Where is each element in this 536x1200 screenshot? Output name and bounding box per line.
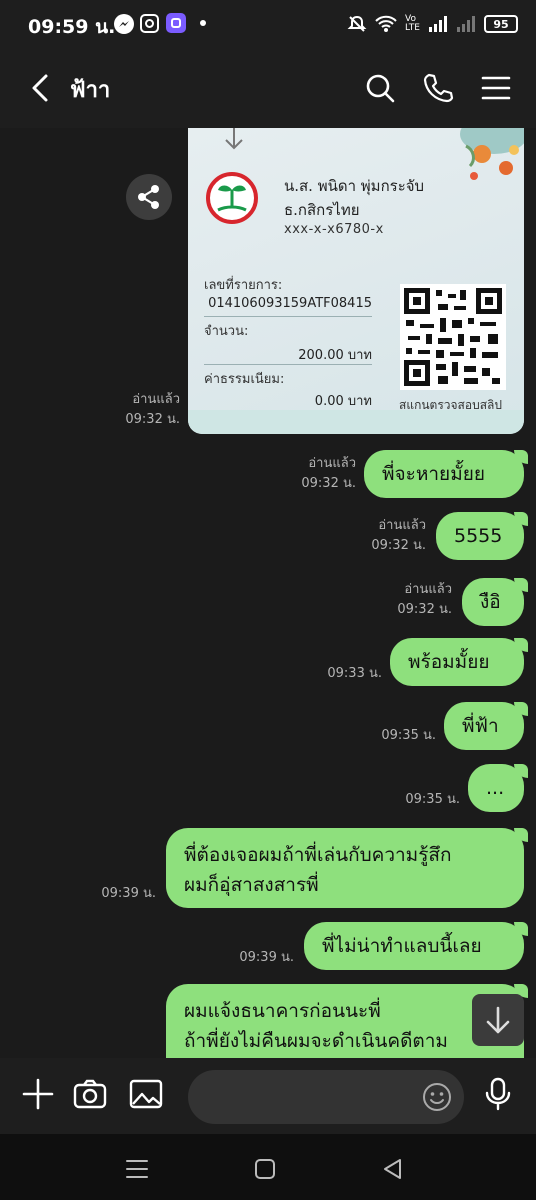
message-text: พร้อมมั้ยย [408, 651, 490, 673]
plus-icon[interactable] [20, 1076, 56, 1112]
message-text: พี่จะหายมั้ยย [382, 463, 485, 485]
read-status: อ่านแล้ว [404, 582, 452, 597]
volte-icon: Vo LTE [405, 14, 420, 33]
menu-icon[interactable] [480, 72, 512, 104]
message-meta: 09:39 น. [101, 884, 156, 904]
message-bubble[interactable]: งือิ [462, 578, 528, 626]
message-text: งือิ [480, 591, 501, 613]
signal-2-icon [457, 16, 475, 32]
message-meta: อ่านแล้ว 09:32 น. [301, 454, 356, 494]
back-arrow-icon[interactable] [26, 72, 54, 104]
message-meta: อ่านแล้ว 09:32 น. [371, 516, 426, 556]
message-bubble[interactable]: พี่ต้องเจอผมถ้าพี่เล่นกับความรู้สึก ผมก็… [166, 828, 528, 908]
message-time: 09:33 น. [327, 666, 382, 681]
fee-label: ค่าธรรมเนียม: [204, 372, 285, 387]
down-arrow-icon [222, 128, 246, 152]
instagram-icon [140, 14, 159, 33]
qr-code [400, 284, 506, 390]
message-time: 09:35 น. [381, 728, 436, 743]
message-time: 09:39 น. [101, 886, 156, 901]
account-number: xxx-x-x6780-x [284, 222, 384, 237]
slip-footer [188, 410, 524, 434]
message-text: 5555 [454, 525, 503, 547]
chat-title: ฟ้าา [70, 78, 111, 103]
battery-indicator: 95 [484, 15, 518, 33]
message-meta: 09:35 น. [405, 790, 460, 810]
transfer-slip-image[interactable]: น.ส. พนิดา พุ่มกระจับ ธ.กสิกรไทย xxx-x-x… [188, 128, 524, 434]
notification-dot [200, 20, 206, 26]
message-bubble[interactable]: ... [468, 764, 528, 812]
home-icon[interactable] [250, 1154, 280, 1184]
read-status: อ่านแล้ว [308, 456, 356, 471]
message-time: 09:32 น. [125, 412, 180, 427]
mute-icon [347, 15, 367, 32]
system-nav-bar [0, 1134, 536, 1200]
kbank-logo [206, 172, 258, 224]
message-meta: อ่านแล้ว 09:32 น. [397, 580, 452, 620]
read-status: อ่านแล้ว [378, 518, 426, 533]
ref-label: เลขที่รายการ: [204, 278, 283, 293]
message-text: พี่ต้องเจอผมถ้าพี่เล่นกับความรู้สึก ผมก็… [184, 844, 452, 896]
message-text: ผมแจ้งธนาคารก่อนนะพี่ ถ้าพี่ยังไม่คืนผมจ… [184, 1000, 448, 1052]
app-icon [166, 13, 186, 33]
divider [204, 364, 372, 365]
scroll-to-bottom-button[interactable] [472, 994, 524, 1046]
divider [204, 316, 372, 317]
read-status: อ่านแล้ว [132, 392, 180, 407]
recipient-name: น.ส. พนิดา พุ่มกระจับ [284, 177, 425, 195]
message-bubble[interactable]: พี่ไม่น่าทำแลบนี้เลย [304, 922, 528, 970]
emoji-icon[interactable] [422, 1082, 452, 1112]
flower-decoration [414, 128, 524, 198]
status-icons: Vo LTE 95 [347, 12, 518, 36]
share-button[interactable] [126, 174, 172, 220]
message-bubble[interactable]: ผมแจ้งธนาคารก่อนนะพี่ ถ้าพี่ยังไม่คืนผมจ… [166, 984, 528, 1058]
chat-area[interactable]: น.ส. พนิดา พุ่มกระจับ ธ.กสิกรไทย xxx-x-x… [0, 128, 536, 1058]
bank-name: ธ.กสิกรไทย [284, 201, 360, 219]
back-icon[interactable] [378, 1154, 408, 1184]
wifi-icon [375, 15, 397, 32]
message-text: ... [486, 777, 505, 799]
message-text: พี่ฟ้า [462, 715, 499, 737]
image-icon[interactable] [128, 1076, 164, 1112]
chat-header: ฟ้าา [0, 48, 536, 130]
message-input[interactable] [188, 1070, 464, 1124]
message-bubble[interactable]: พร้อมมั้ยย [390, 638, 528, 686]
message-time: 09:32 น. [301, 476, 356, 491]
message-time: 09:35 น. [405, 792, 460, 807]
message-time: 09:32 น. [397, 602, 452, 617]
message-text: พี่ไม่น่าทำแลบนี้เลย [322, 935, 482, 957]
message-meta: 09:35 น. [381, 726, 436, 746]
message-bubble[interactable]: พี่จะหายมั้ยย [364, 450, 528, 498]
signal-icon [429, 16, 447, 32]
recent-apps-icon[interactable] [122, 1154, 152, 1184]
amount-label: จำนวน: [204, 324, 249, 339]
status-bar: 09:59 น. Vo LTE 95 [0, 0, 536, 48]
status-time: 09:59 น. [28, 16, 116, 38]
message-bubble[interactable]: 5555 [436, 512, 528, 560]
message-time: 09:39 น. [239, 950, 294, 965]
message-meta: 09:39 น. [239, 948, 294, 968]
message-time: 09:32 น. [371, 538, 426, 553]
slip-meta: อ่านแล้ว 09:32 น. [125, 390, 180, 430]
camera-icon[interactable] [72, 1076, 108, 1112]
amount-value: 200.00 บาท [298, 348, 372, 363]
ref-value: 014106093159ATF08415 [208, 296, 372, 311]
message-meta: 09:33 น. [327, 664, 382, 684]
phone-icon[interactable] [422, 72, 454, 104]
search-icon[interactable] [364, 72, 396, 104]
mic-icon[interactable] [480, 1076, 516, 1112]
messenger-icon [114, 14, 134, 34]
message-bubble[interactable]: พี่ฟ้า [444, 702, 528, 750]
fee-value: 0.00 บาท [314, 394, 372, 409]
message-input-bar [0, 1058, 536, 1134]
